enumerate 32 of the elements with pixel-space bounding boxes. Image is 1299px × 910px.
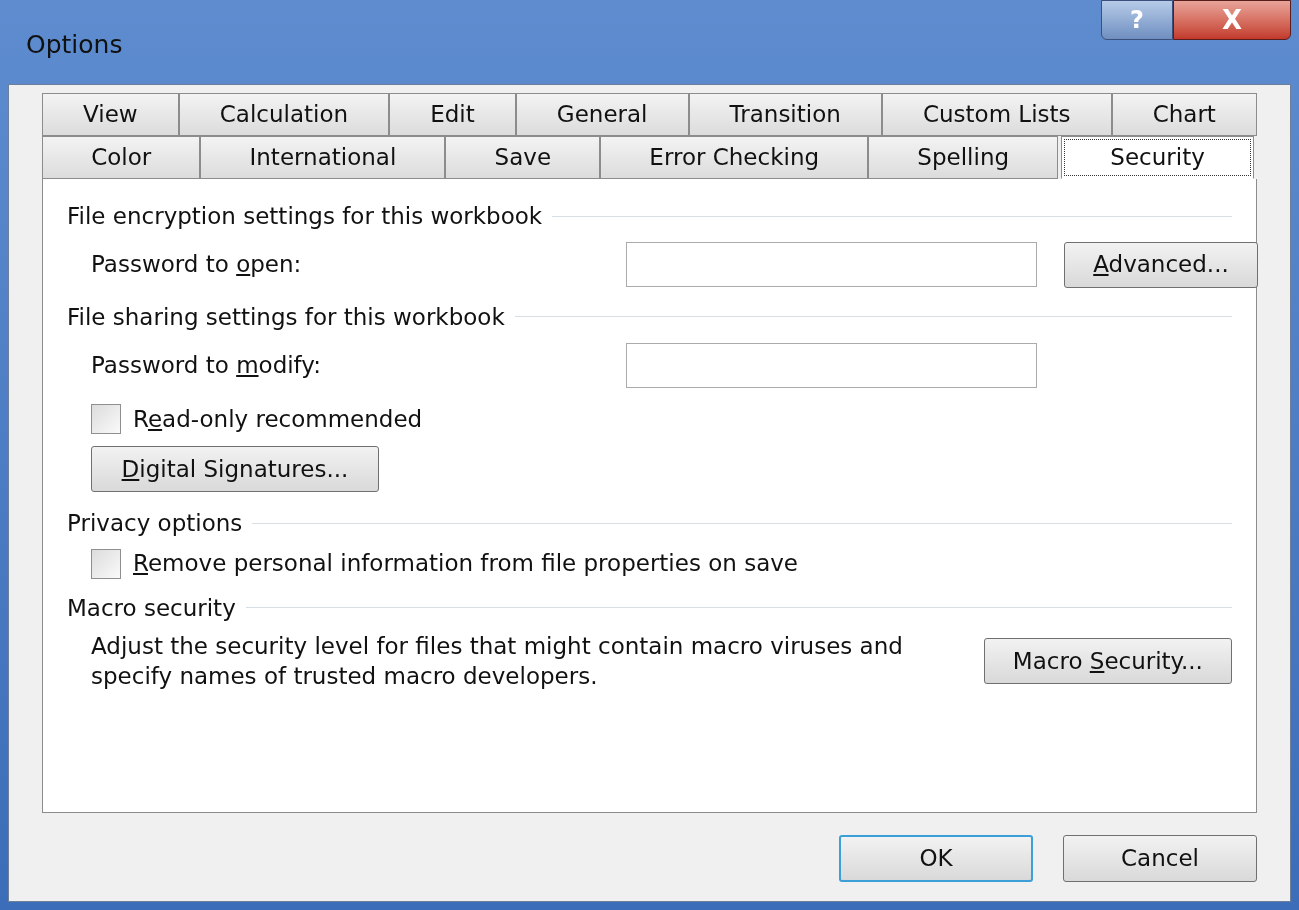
- section-heading: Macro security: [67, 593, 236, 623]
- advanced-button[interactable]: Advanced...: [1064, 241, 1258, 288]
- tab[interactable]: Edit: [389, 93, 516, 136]
- field-label: Password to modify:: [91, 350, 322, 380]
- checkbox[interactable]: [91, 404, 121, 434]
- tab[interactable]: Spelling: [868, 136, 1059, 179]
- checkbox-label: Remove personal information from file properties on save: [133, 549, 798, 579]
- macro-security-button[interactable]: Macro Security...: [983, 638, 1232, 684]
- tab[interactable]: Transition: [688, 93, 882, 136]
- tab[interactable]: Save: [445, 136, 601, 179]
- tab[interactable]: Security: [1061, 136, 1254, 179]
- ok-button[interactable]: OK: [839, 835, 1033, 882]
- tab[interactable]: Custom Lists: [881, 93, 1112, 136]
- section-heading: Privacy options: [67, 509, 243, 538]
- tab[interactable]: Error Checking: [600, 136, 869, 179]
- digital-signatures-button[interactable]: Digital Signatures...: [91, 446, 379, 492]
- tab[interactable]: International: [200, 136, 446, 179]
- section-heading: File sharing settings for this workbook: [67, 302, 505, 332]
- section-heading: File encryption settings for this workbook: [67, 202, 543, 231]
- tab[interactable]: Calculation: [178, 93, 390, 136]
- password-field[interactable]: [626, 242, 1037, 287]
- window-title: Options: [26, 29, 123, 61]
- checkbox[interactable]: [91, 548, 121, 579]
- checkbox-label: Read-only recommended: [133, 404, 423, 434]
- field-label: Password to open:: [91, 250, 303, 280]
- tab[interactable]: General: [515, 93, 689, 136]
- cancel-button[interactable]: Cancel: [1063, 835, 1257, 882]
- password-field[interactable]: [626, 342, 1037, 388]
- macro-description: Adjust the security level for files that might contain macro viruses and specify names of trusted macro developers.: [91, 632, 904, 691]
- tab[interactable]: View: [42, 93, 179, 136]
- tab[interactable]: Color: [42, 136, 201, 179]
- tab[interactable]: Chart: [1111, 93, 1257, 136]
